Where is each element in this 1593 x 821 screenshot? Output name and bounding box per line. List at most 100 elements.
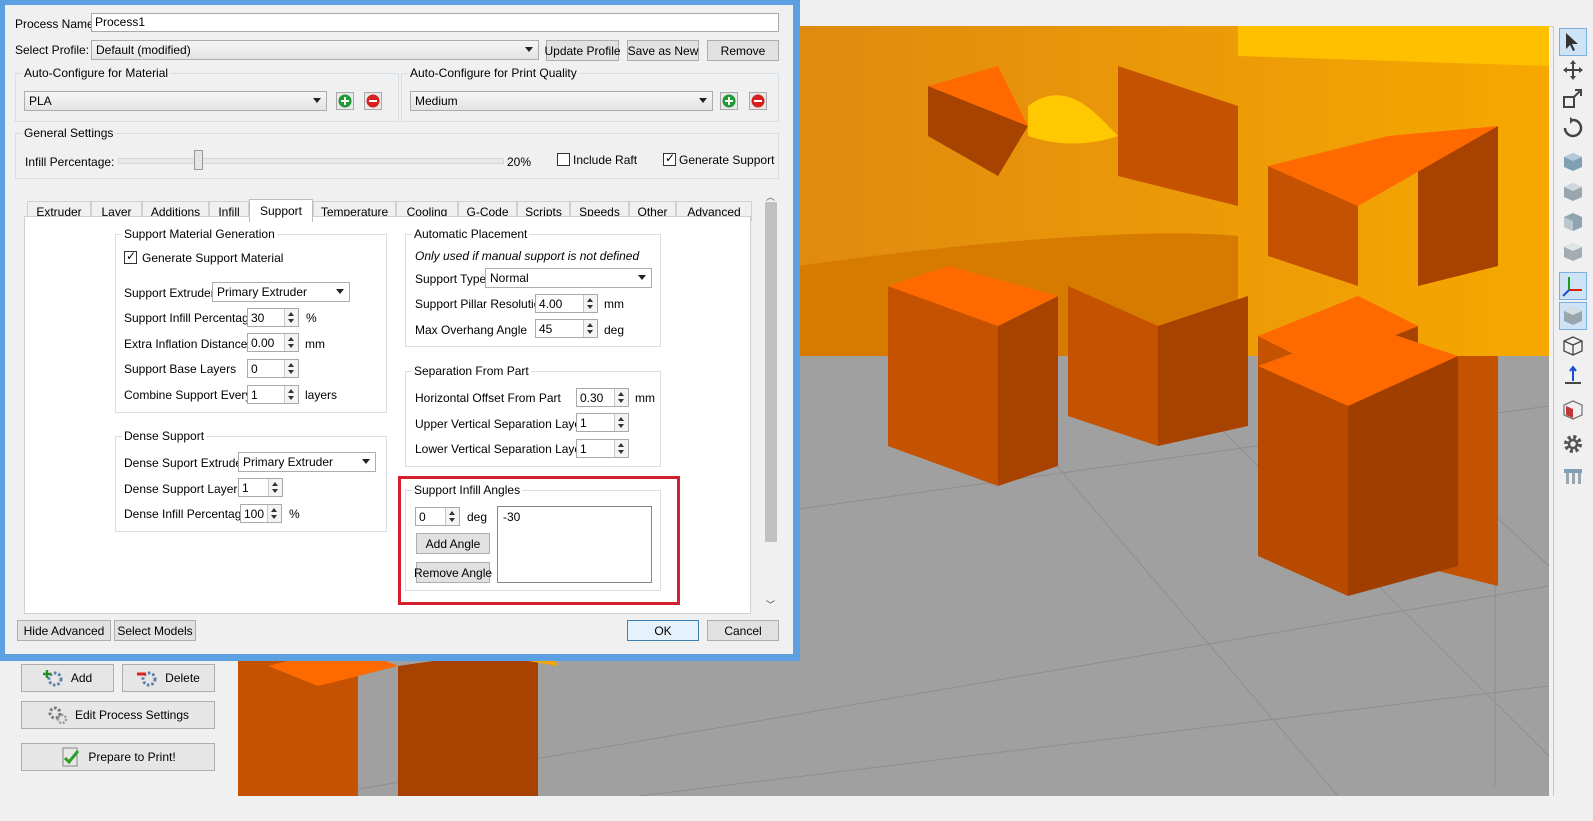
- delete-label: Delete: [165, 671, 200, 685]
- process-name-input[interactable]: Process1: [91, 13, 779, 32]
- vertical-scrollbar[interactable]: ︿ ﹀: [763, 188, 779, 614]
- dense-infill-unit: %: [289, 507, 300, 521]
- hide-advanced-button[interactable]: Hide Advanced: [17, 620, 111, 641]
- iso-view-icon[interactable]: [1559, 148, 1587, 176]
- remove-quality-icon[interactable]: [749, 92, 767, 110]
- support-generation-title: Support Material Generation: [122, 227, 277, 241]
- combine-support-label: Combine Support Every: [124, 388, 252, 402]
- process-name-label: Process Name:: [15, 17, 98, 31]
- edit-process-settings-button[interactable]: Edit Process Settings: [21, 701, 215, 729]
- status-strip: [0, 796, 1593, 821]
- lower-separation-spinbox[interactable]: 1: [576, 439, 629, 458]
- select-models-button[interactable]: Select Models: [114, 620, 196, 641]
- remove-material-icon[interactable]: [364, 92, 382, 110]
- base-layers-label: Support Base Layers: [124, 362, 237, 376]
- pillar-resolution-spinbox[interactable]: 4.00: [535, 294, 598, 313]
- base-layers-value: 0: [251, 362, 258, 376]
- cancel-button[interactable]: Cancel: [707, 620, 779, 641]
- inflation-value: 0.00: [251, 336, 275, 350]
- move-icon[interactable]: [1559, 56, 1587, 84]
- front-view-icon[interactable]: [1559, 178, 1587, 206]
- supports-icon[interactable]: [1559, 462, 1587, 490]
- dense-extruder-value: Primary Extruder: [243, 455, 334, 469]
- support-extruder-select[interactable]: Primary Extruder: [212, 282, 350, 302]
- material-group-title: Auto-Configure for Material: [22, 66, 171, 80]
- select-profile-label: Select Profile:: [15, 43, 90, 57]
- scroll-down-icon[interactable]: ﹀: [766, 598, 775, 611]
- combine-support-value: 1: [251, 388, 258, 402]
- upper-separation-spinbox[interactable]: 1: [576, 413, 629, 432]
- bed-axis-icon[interactable]: [1559, 362, 1587, 390]
- profile-select[interactable]: Default (modified): [91, 40, 539, 60]
- generate-support-material-label: Generate Support Material: [142, 251, 284, 265]
- support-type-label: Support Type: [415, 272, 487, 286]
- overhang-angle-value: 45: [539, 322, 553, 336]
- include-raft-checkbox[interactable]: [557, 153, 570, 166]
- dense-infill-spinbox[interactable]: 100: [240, 504, 282, 523]
- inflation-spinbox[interactable]: 0.00: [247, 333, 299, 352]
- support-infill-unit: %: [306, 311, 317, 325]
- pillar-resolution-label: Support Pillar Resolution: [415, 297, 548, 311]
- generate-support-checkbox[interactable]: [663, 151, 676, 166]
- manual-support-note: Only used if manual support is not defin…: [415, 249, 640, 263]
- inflation-label: Extra Inflation Distance: [124, 337, 248, 351]
- tab-support[interactable]: Support: [249, 199, 313, 222]
- scrollbar-thumb[interactable]: [765, 202, 777, 542]
- combine-support-unit: layers: [305, 388, 338, 402]
- add-quality-icon[interactable]: [720, 92, 738, 110]
- top-view-icon[interactable]: [1559, 238, 1587, 266]
- automatic-placement-title: Automatic Placement: [412, 227, 530, 241]
- add-process-button[interactable]: Add: [21, 664, 114, 692]
- add-gear-icon: [42, 670, 63, 687]
- overhang-angle-label: Max Overhang Angle: [415, 323, 528, 337]
- horizontal-offset-unit: mm: [635, 391, 655, 405]
- generate-support-label: Generate Support: [679, 153, 775, 167]
- support-type-select[interactable]: Normal: [485, 268, 652, 288]
- solid-view-icon[interactable]: [1559, 302, 1587, 330]
- prepare-to-print-button[interactable]: Prepare to Print!: [21, 743, 215, 771]
- axis-icon[interactable]: [1559, 272, 1587, 300]
- highlight-box: [398, 476, 680, 605]
- infill-slider-thumb[interactable]: [194, 150, 203, 170]
- infill-slider-track[interactable]: [118, 150, 504, 170]
- wireframe-view-icon[interactable]: [1559, 332, 1587, 360]
- general-settings-title: General Settings: [22, 126, 116, 140]
- view-toolbar: [1553, 26, 1593, 796]
- dense-layers-label: Dense Support Layers: [124, 482, 244, 496]
- combine-support-spinbox[interactable]: 1: [247, 385, 299, 404]
- pillar-resolution-unit: mm: [604, 297, 624, 311]
- settings-gear-icon[interactable]: [1559, 430, 1587, 458]
- profile-select-value: Default (modified): [96, 43, 191, 57]
- support-type-value: Normal: [490, 271, 529, 285]
- generate-support-material-checkbox[interactable]: [124, 249, 137, 264]
- overhang-angle-unit: deg: [604, 323, 625, 337]
- update-profile-button[interactable]: Update Profile: [544, 40, 621, 61]
- scale-icon[interactable]: [1559, 84, 1587, 112]
- infill-value: 20%: [507, 155, 532, 169]
- dense-layers-spinbox[interactable]: 1: [238, 478, 283, 497]
- support-pillars: [888, 66, 1498, 596]
- quality-select[interactable]: Medium: [410, 91, 713, 111]
- material-select[interactable]: PLA: [24, 91, 327, 111]
- cross-section-icon[interactable]: [1559, 396, 1587, 424]
- delete-process-button[interactable]: Delete: [122, 664, 215, 692]
- base-layers-spinbox[interactable]: 0: [247, 359, 299, 378]
- side-view-icon[interactable]: [1559, 208, 1587, 236]
- select-arrow-icon[interactable]: [1559, 28, 1587, 56]
- prepare-label: Prepare to Print!: [88, 750, 176, 764]
- support-extruder-label: Support Extruder: [124, 286, 215, 300]
- rotate-icon[interactable]: [1559, 114, 1587, 142]
- save-as-new-button[interactable]: Save as New: [627, 40, 699, 61]
- horizontal-offset-spinbox[interactable]: 0.30: [576, 388, 629, 407]
- add-material-icon[interactable]: [336, 92, 354, 110]
- dense-extruder-select[interactable]: Primary Extruder: [238, 452, 376, 472]
- remove-profile-button[interactable]: Remove: [707, 40, 779, 61]
- support-infill-label: Support Infill Percentage: [124, 311, 256, 325]
- support-infill-spinbox[interactable]: 30: [247, 308, 299, 327]
- separation-title: Separation From Part: [412, 364, 531, 378]
- dense-support-title: Dense Support: [122, 429, 207, 443]
- dense-infill-label: Dense Infill Percentage: [124, 507, 249, 521]
- overhang-angle-spinbox[interactable]: 45: [535, 319, 598, 338]
- quality-select-value: Medium: [415, 94, 458, 108]
- ok-button[interactable]: OK: [627, 620, 699, 641]
